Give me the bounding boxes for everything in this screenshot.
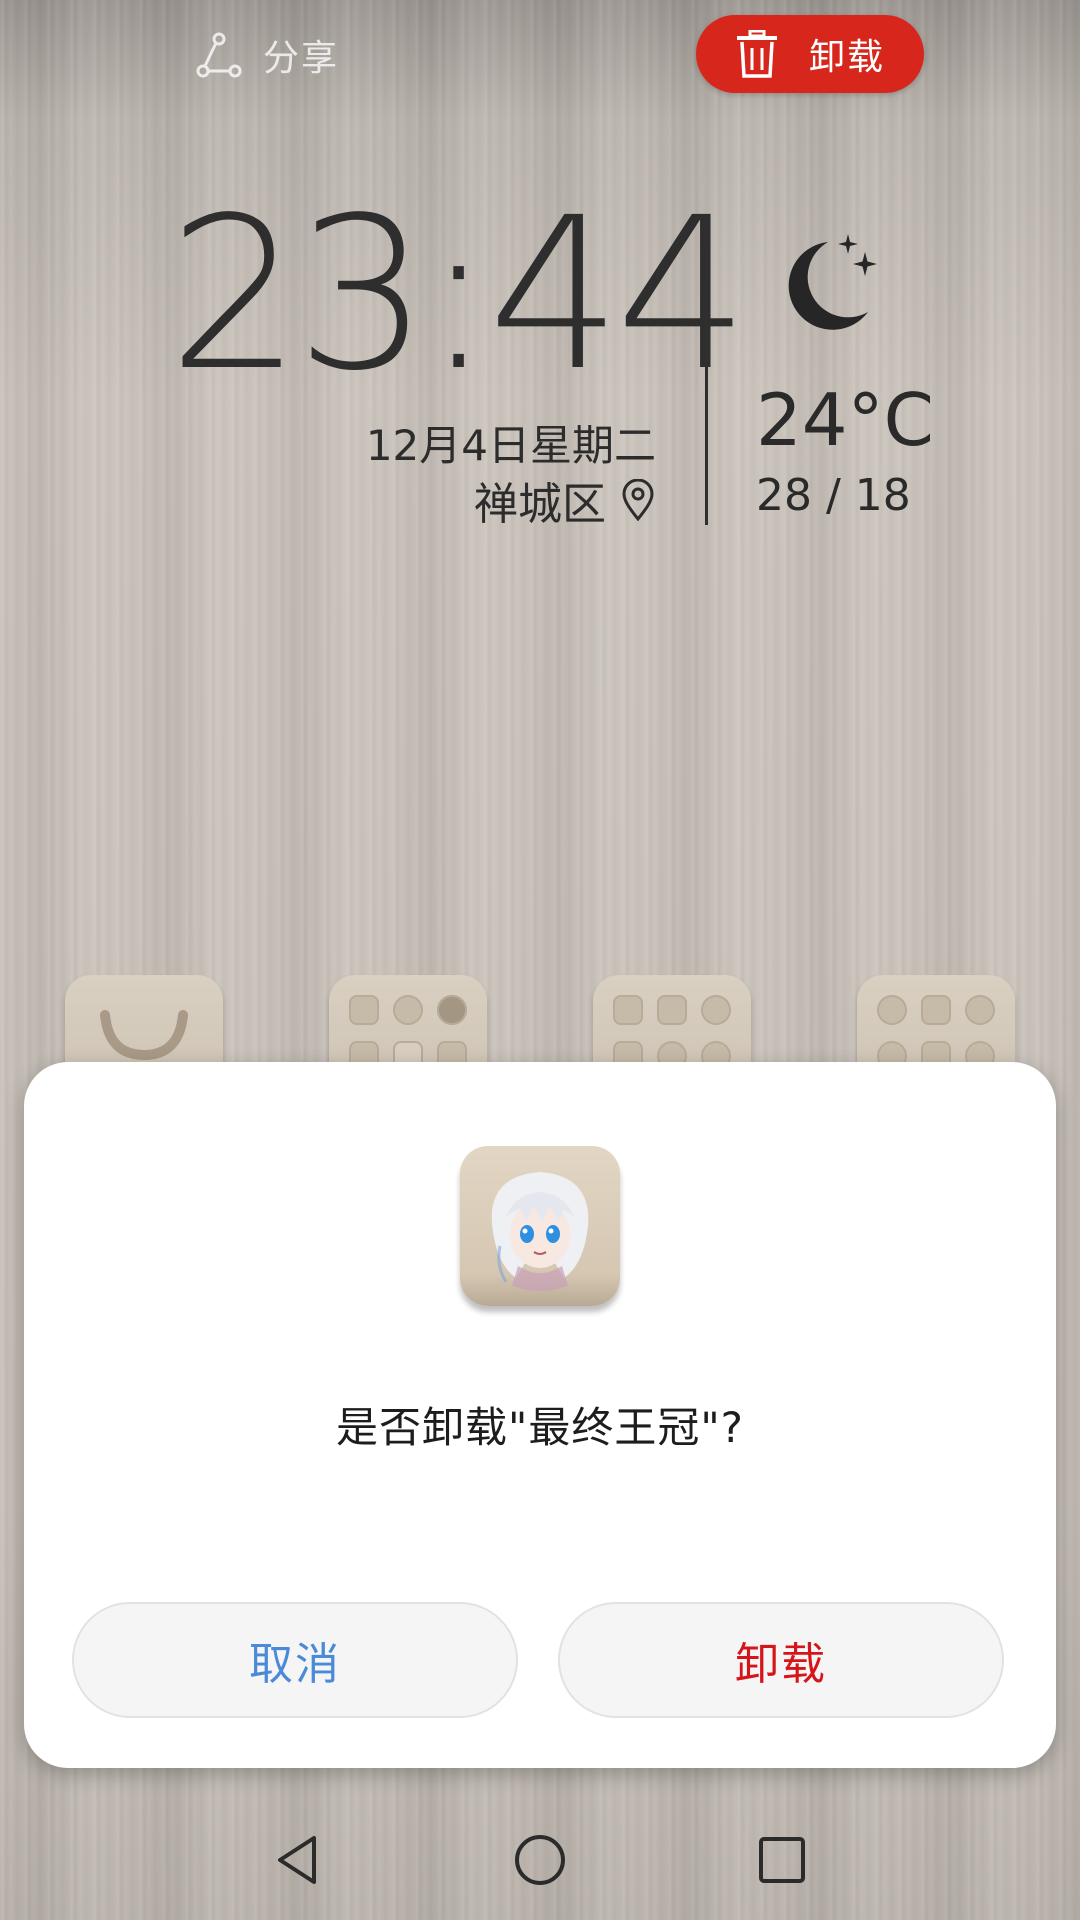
weather-temperature: 24°C [756, 378, 934, 462]
dialog-question: 是否卸载"最终王冠"? [336, 1403, 744, 1452]
cancel-button[interactable]: 取消 [72, 1602, 518, 1718]
home-circle-icon[interactable] [510, 1830, 570, 1890]
moon-stars-icon [788, 234, 877, 330]
share-button[interactable]: 分享 [195, 30, 339, 80]
navigation-bar [0, 1800, 1080, 1920]
confirm-uninstall-button[interactable]: 卸载 [558, 1602, 1004, 1718]
share-label: 分享 [263, 38, 340, 79]
uninstall-label: 卸载 [808, 37, 885, 78]
widget-divider [705, 215, 708, 525]
clock-time[interactable]: 23:44 [168, 190, 749, 400]
weather-range: 28 / 18 [756, 470, 911, 521]
uninstall-dialog: 是否卸载"最终王冠"? 取消 卸载 [24, 1062, 1056, 1768]
clock-date: 12月4日星期二 [365, 421, 656, 470]
uninstall-drop-target[interactable]: 卸载 [696, 15, 924, 93]
clock-location: 禅城区 [474, 468, 656, 532]
trash-icon [736, 30, 777, 78]
location-pin-icon [622, 479, 654, 521]
anime-girl-app-icon [460, 1146, 620, 1306]
location-label: 禅城区 [474, 479, 606, 530]
recent-square-icon[interactable] [752, 1830, 812, 1890]
back-triangle-icon[interactable] [270, 1830, 330, 1890]
share-icon [196, 32, 242, 78]
